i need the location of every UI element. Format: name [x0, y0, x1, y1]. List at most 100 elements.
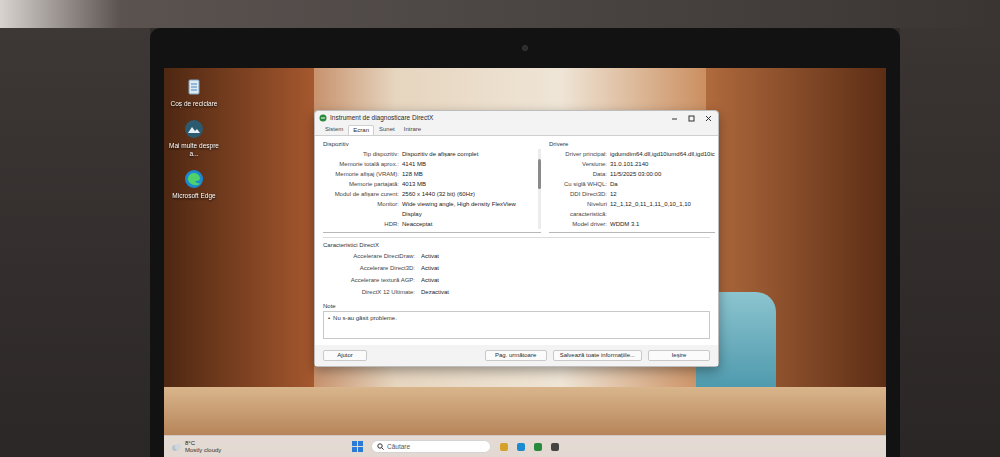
dialog-button[interactable]: Ieșire [648, 350, 710, 361]
folder-icon [499, 442, 509, 452]
info-row: DDI Direct3D:12 [549, 189, 715, 199]
desktop-area: Coș de reciclare Mai multe despre a... Mic… [164, 68, 886, 435]
taskbar-app[interactable] [516, 442, 526, 452]
maximize-button[interactable] [688, 115, 695, 122]
tab[interactable]: Sunet [375, 125, 399, 135]
recycle-bin-icon [183, 76, 205, 98]
window-controls [671, 115, 714, 122]
feature-value: Activat [421, 275, 439, 285]
feature-row: Accelerare DirectDraw:Activat [323, 250, 710, 262]
device-rows-rows: Tip dispozitiv:Dispozitiv de afișare com… [323, 149, 536, 229]
scrollbar[interactable] [538, 149, 541, 229]
info-value: Neacceptat [402, 219, 432, 229]
button-group: Pag. următoare Salvează toate informațiil… [485, 350, 710, 361]
info-value: 2560 x 1440 (32 bit) (60Hz) [402, 189, 475, 199]
feature-value: Activat [421, 263, 439, 273]
drivers-group: DrivereDriver principal:igdumdim64.dll,i… [549, 140, 715, 233]
close-button[interactable] [705, 115, 712, 122]
store-icon [533, 442, 543, 452]
desktop-icon[interactable]: Mai multe despre a... [168, 118, 220, 158]
note-bullet: • [328, 314, 330, 323]
note-item: •Nu s-au găsit probleme. [328, 314, 705, 323]
tab-bar: SistemEcranSunetIntrare [315, 125, 718, 136]
taskbar-app[interactable] [499, 442, 509, 452]
group-heading: Drivere [549, 140, 715, 149]
info-label: Memorie afișaj (VRAM): [323, 169, 399, 179]
info-value: 4013 MB [402, 179, 426, 189]
weather-widget[interactable]: 8°CMostly cloudy [170, 440, 350, 454]
info-value: WDDM 3.1 [610, 219, 639, 229]
title-bar: Instrument de diagnosticare DirectX [315, 111, 718, 125]
button-bar: Ajutor Pag. următoare Salvează toate infor… [315, 345, 718, 366]
taskbar-apps [499, 442, 560, 452]
features-rows: Accelerare DirectDraw:ActivatAccelerare … [323, 250, 710, 298]
notes-box: •Nu s-au găsit probleme. [323, 311, 710, 339]
drivers-rows-rows: Driver principal:igdumdim64.dll,igd10ium… [549, 149, 715, 229]
desktop-icon[interactable]: Microsoft Edge [168, 168, 220, 200]
app-icon [550, 442, 560, 452]
notes-group: Note •Nu s-au găsit probleme. [323, 302, 710, 339]
info-value: 11/5/2025 03:00:00 [610, 169, 661, 179]
feature-row: DirectX 12 Ultimate: Dezactivat [323, 286, 710, 298]
feature-row: Accelerare Direct3D: Activat [323, 262, 710, 274]
close-icon [705, 115, 712, 122]
info-label: DDI Direct3D: [549, 189, 607, 199]
minimize-button[interactable] [671, 115, 678, 122]
desktop-icon[interactable]: Coș de reciclare [168, 76, 220, 108]
info-row: Model driver:WDDM 3.1 [549, 219, 715, 229]
weather-condition: Mostly cloudy [185, 447, 221, 454]
learn-more-icon [183, 118, 205, 140]
info-label: Tip dispozitiv: [323, 149, 399, 159]
tab[interactable]: Ecran [348, 125, 374, 135]
tab[interactable]: Intrare [400, 125, 425, 135]
info-label: Model driver: [549, 219, 607, 229]
info-row: Versiune:31.0.101.2140 [549, 159, 715, 169]
start-button[interactable] [352, 441, 363, 452]
tab[interactable]: Sistem [321, 125, 347, 135]
camera-icon [522, 45, 528, 51]
info-label: Modul de afișare curent: [323, 189, 399, 199]
info-label: HDR: [323, 219, 399, 229]
taskbar: 8°CMostly cloudy [164, 435, 886, 457]
feature-label: Accelerare textură AGP: [323, 275, 415, 285]
dialog-button[interactable]: Ajutor [323, 350, 367, 361]
features-group: Caracteristici DirectXAccelerare DirectD… [323, 237, 710, 298]
info-value: 4141 MB [402, 159, 426, 169]
info-label: Monitor: [323, 199, 399, 209]
feature-label: DirectX 12 Ultimate: [323, 287, 415, 297]
info-row: Niveluri caracteristică:12_1,12_0,11_1,1… [549, 199, 715, 219]
feature-value: Dezactivat [421, 287, 449, 297]
minimize-icon [671, 115, 678, 122]
info-label: Driver principal: [549, 149, 607, 159]
search-input[interactable] [387, 442, 485, 452]
directx-window: Instrument de diagnosticare DirectXSiste… [314, 110, 719, 367]
info-row: Memorie afișaj (VRAM):128 MB [323, 169, 536, 179]
info-row: Driver principal:igdumdim64.dll,igd10ium… [549, 149, 715, 159]
feature-label: Accelerare Direct3D: [323, 263, 415, 273]
feature-row: Accelerare textură AGP: Activat [323, 274, 710, 286]
taskbar-app[interactable] [550, 442, 560, 452]
group-heading: Note [323, 302, 710, 311]
temperature: 8°C [185, 440, 221, 447]
info-value: 128 MB [402, 169, 423, 179]
info-label: Memorie totală aprox.: [323, 159, 399, 169]
info-value: Dispozitiv de afișare complet [402, 149, 478, 159]
windows-logo-icon [352, 441, 363, 452]
desktop-icons: Coș de reciclare Mai multe despre a... Mic… [168, 76, 220, 200]
top-section: DispozitivTip dispozitiv:Dispozitiv de a… [323, 140, 710, 233]
search-box[interactable] [371, 440, 491, 453]
scrollbar-thumb[interactable] [538, 159, 541, 189]
info-label: Cu siglă WHQL: [549, 179, 607, 189]
dialog-button[interactable]: Pag. următoare [485, 350, 547, 361]
taskbar-app[interactable] [533, 442, 543, 452]
desktop-icon-label: Mai multe despre a... [168, 142, 220, 158]
browser-icon [516, 442, 526, 452]
search-icon [377, 443, 384, 450]
device-group: DispozitivTip dispozitiv:Dispozitiv de a… [323, 140, 541, 233]
note-text: Nu s-au găsit probleme. [333, 314, 397, 323]
feature-value: Activat [421, 251, 439, 261]
group-heading: Dispozitiv [323, 140, 541, 149]
info-row: Memorie totală aprox.:4141 MB [323, 159, 536, 169]
info-row: Tip dispozitiv:Dispozitiv de afișare com… [323, 149, 536, 159]
dialog-button[interactable]: Salvează toate informațiile... [553, 350, 642, 361]
